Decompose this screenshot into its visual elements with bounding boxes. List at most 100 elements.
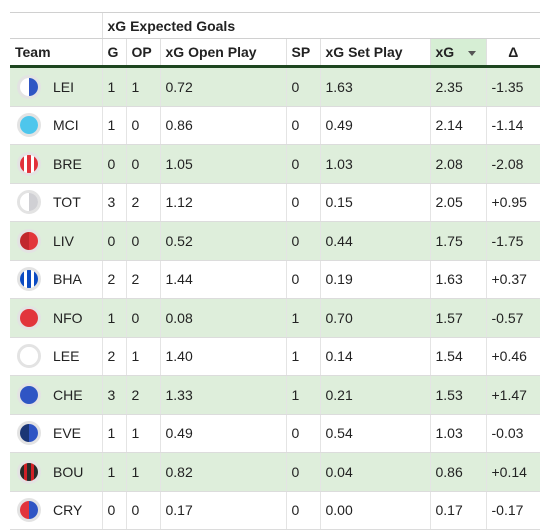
goals-cell: 0 [102, 221, 127, 261]
badge-stripe [20, 385, 38, 404]
table-row[interactable]: BRE 0 0 1.05 0 1.03 2.08 -2.08 [10, 144, 540, 184]
badge-stripe [34, 154, 38, 173]
team-cell-content: LEI [15, 74, 97, 99]
team-badge-icon [17, 151, 41, 176]
table-row[interactable]: LIV 0 0 0.52 0 0.44 1.75 -1.75 [10, 221, 540, 261]
team-name: TOT [53, 194, 81, 211]
col-header-xg[interactable]: xG [430, 38, 487, 68]
table-row[interactable]: MCI 1 0 0.86 0 0.49 2.14 -1.14 [10, 106, 540, 145]
table-row[interactable]: BHA 2 2 1.44 0 0.19 1.63 +0.37 [10, 260, 540, 299]
team-cell-content: CHE [15, 382, 97, 407]
badge-stripe [20, 501, 30, 520]
team-cell-content: MCI [15, 113, 97, 138]
team-name: LIV [53, 232, 75, 249]
team-cell-content: BHA [15, 267, 97, 292]
open-play-goals-cell: 0 [126, 144, 161, 184]
team-cell-content: BOU [15, 459, 97, 484]
team-cell: CHE [10, 375, 103, 415]
col-header-team[interactable]: Team [10, 38, 103, 68]
open-play-goals-cell: 2 [126, 260, 161, 299]
table-row[interactable]: CRY 0 0 0.17 0 0.00 0.17 -0.17 [10, 491, 540, 530]
xg-open-play-cell: 1.44 [160, 260, 287, 299]
team-name: BRE [53, 155, 82, 172]
column-header-row: Team G OP xG Open Play SP xG Set Play xG… [10, 38, 540, 68]
xg-cell: 2.05 [430, 183, 487, 222]
col-header-xg-open-play[interactable]: xG Open Play [160, 38, 287, 68]
set-play-goals-cell: 0 [286, 414, 321, 453]
goals-cell: 1 [102, 414, 127, 453]
open-play-goals-cell: 2 [126, 183, 161, 222]
xg-set-play-cell: 0.70 [320, 298, 431, 338]
set-play-goals-cell: 1 [286, 337, 321, 376]
team-badge-icon [17, 190, 41, 215]
xg-cell: 0.86 [430, 452, 487, 492]
table-row[interactable]: BOU 1 1 0.82 0 0.04 0.86 +0.14 [10, 452, 540, 492]
badge-stripe [20, 77, 30, 96]
open-play-goals-cell: 1 [126, 66, 161, 107]
team-name: BHA [53, 271, 82, 288]
team-cell-content: BRE [15, 151, 97, 176]
goals-cell: 1 [102, 452, 127, 492]
xg-cell: 1.63 [430, 260, 487, 299]
table-row[interactable]: LEI 1 1 0.72 0 1.63 2.35 -1.35 [10, 66, 540, 107]
set-play-goals-cell: 1 [286, 298, 321, 338]
open-play-goals-cell: 0 [126, 106, 161, 145]
team-cell: BHA [10, 260, 103, 299]
col-header-g[interactable]: G [102, 38, 127, 68]
col-header-sp[interactable]: SP [286, 38, 321, 68]
table-row[interactable]: TOT 3 2 1.12 0 0.15 2.05 +0.95 [10, 183, 540, 222]
group-header-row: xG Expected Goals [10, 12, 540, 39]
col-header-delta[interactable]: Δ [486, 38, 540, 68]
set-play-goals-cell: 0 [286, 221, 321, 261]
xg-open-play-cell: 1.40 [160, 337, 287, 376]
xg-open-play-cell: 0.52 [160, 221, 287, 261]
team-badge-icon [17, 498, 41, 523]
goals-cell: 2 [102, 337, 127, 376]
goals-cell: 0 [102, 144, 127, 184]
badge-stripe [34, 270, 38, 289]
goals-cell: 1 [102, 298, 127, 338]
team-cell-content: EVE [15, 421, 97, 446]
col-header-xg-label: xG [435, 44, 455, 60]
badge-stripe [29, 501, 38, 520]
team-name: CRY [53, 502, 83, 519]
delta-cell: -1.75 [486, 221, 540, 261]
badge-stripe [29, 77, 38, 96]
xg-open-play-cell: 0.49 [160, 414, 287, 453]
set-play-goals-cell: 0 [286, 260, 321, 299]
delta-cell: +0.46 [486, 337, 540, 376]
xg-open-play-cell: 0.17 [160, 491, 287, 530]
col-header-xg-set-play[interactable]: xG Set Play [320, 38, 431, 68]
xg-cell: 1.54 [430, 337, 487, 376]
table-row[interactable]: EVE 1 1 0.49 0 0.54 1.03 -0.03 [10, 414, 540, 453]
table-row[interactable]: LEE 2 1 1.40 1 0.14 1.54 +0.46 [10, 337, 540, 376]
set-play-goals-cell: 0 [286, 452, 321, 492]
delta-cell: +1.47 [486, 375, 540, 415]
badge-stripe [20, 424, 30, 443]
team-badge-icon [17, 382, 41, 407]
group-header-xg: xG Expected Goals [101, 12, 540, 39]
table-row[interactable]: CHE 3 2 1.33 1 0.21 1.53 +1.47 [10, 375, 540, 415]
team-cell: LEI [10, 66, 103, 107]
xg-table: xG Expected Goals Team G OP xG Open Play… [10, 12, 540, 530]
table-row[interactable]: NFO 1 0 0.08 1 0.70 1.57 -0.57 [10, 298, 540, 338]
open-play-goals-cell: 0 [126, 298, 161, 338]
col-header-op[interactable]: OP [126, 38, 161, 68]
delta-cell: -1.14 [486, 106, 540, 145]
xg-cell: 1.53 [430, 375, 487, 415]
team-badge-icon [17, 421, 41, 446]
delta-cell: -1.35 [486, 66, 540, 107]
xg-set-play-cell: 0.14 [320, 337, 431, 376]
team-cell: BOU [10, 452, 103, 492]
delta-cell: +0.95 [486, 183, 540, 222]
team-cell-content: NFO [15, 305, 97, 330]
team-badge-icon [17, 305, 41, 330]
team-cell-content: LIV [15, 228, 97, 253]
xg-open-play-cell: 0.72 [160, 66, 287, 107]
badge-stripe [29, 231, 38, 250]
xg-set-play-cell: 0.49 [320, 106, 431, 145]
badge-stripe [34, 462, 38, 481]
xg-cell: 0.17 [430, 491, 487, 530]
team-cell: NFO [10, 298, 103, 338]
open-play-goals-cell: 1 [126, 337, 161, 376]
